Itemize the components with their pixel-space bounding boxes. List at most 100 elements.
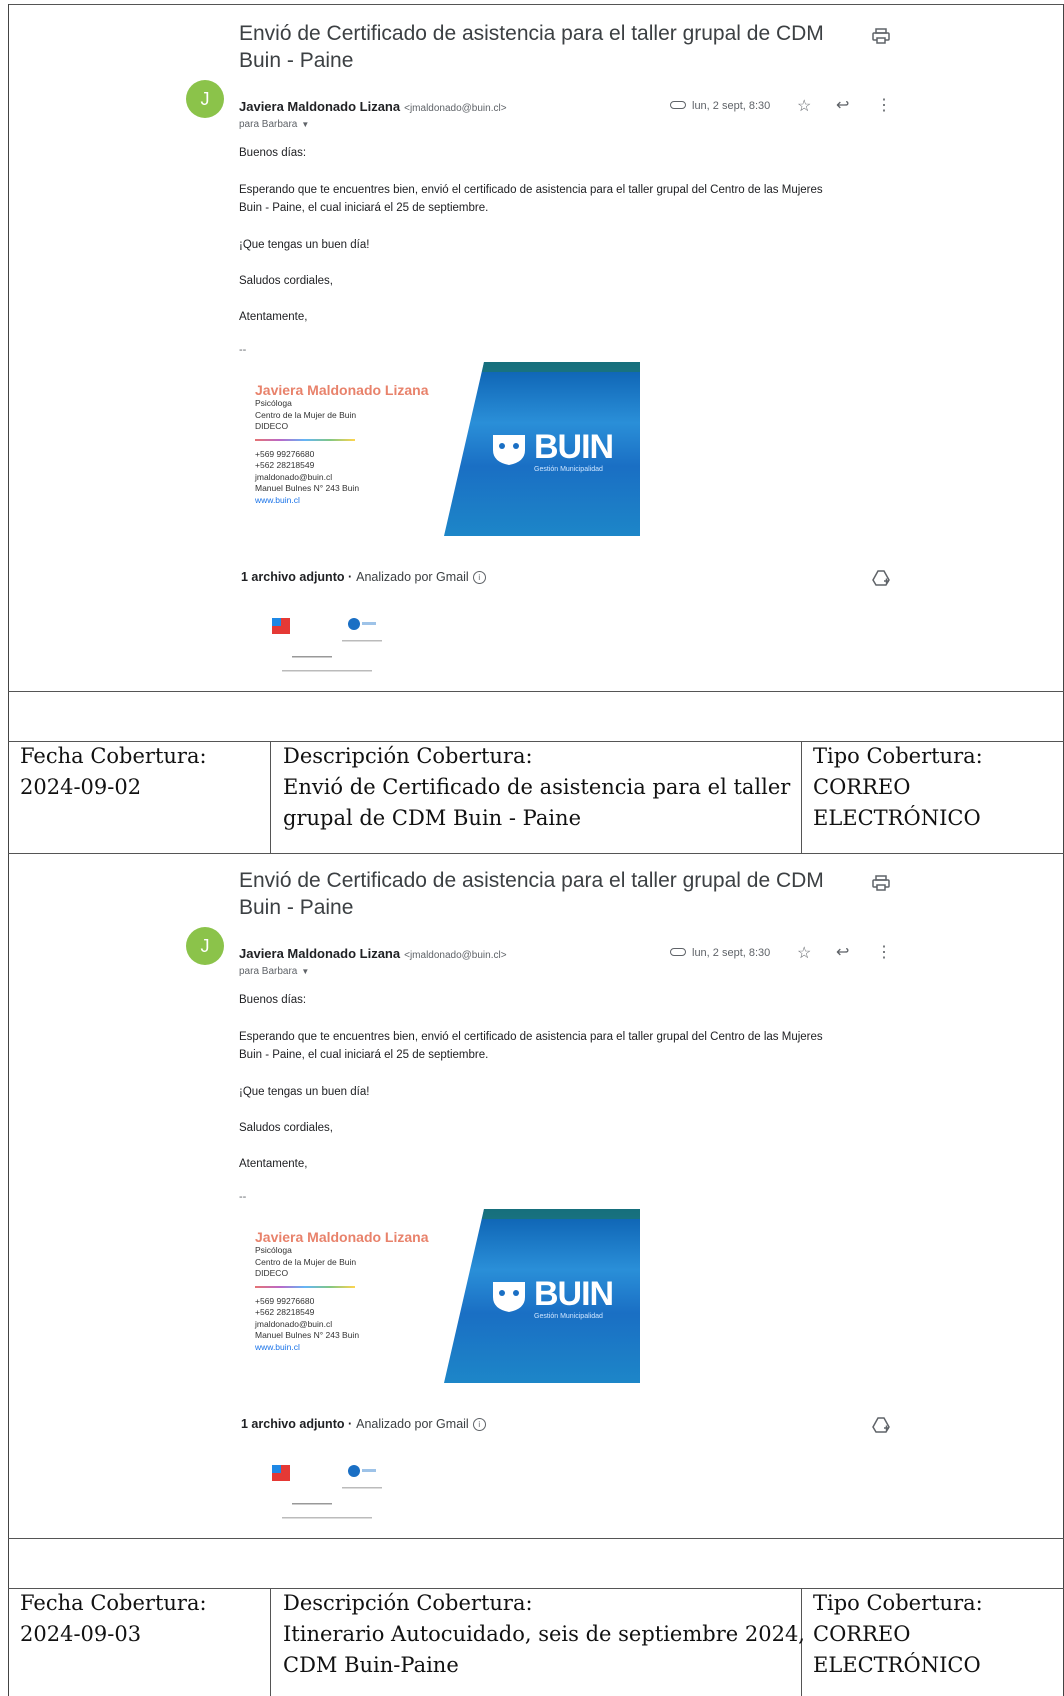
print-icon[interactable]: [872, 28, 890, 44]
label-icon: [670, 101, 686, 109]
more-options-icon[interactable]: ⋮: [876, 98, 892, 114]
column-divider: [270, 741, 271, 853]
recipient-dropdown[interactable]: para Barbara ▼: [239, 966, 309, 977]
attachments-count: 1 archivo adjunto: [241, 1417, 345, 1431]
attachments-count: 1 archivo adjunto: [241, 570, 345, 584]
signature-dept: DIDECO: [255, 1268, 289, 1278]
sender-name: Javiera Maldonado Lizana: [239, 99, 401, 114]
sender: Javiera Maldonado Lizana <jmaldonado@buin…: [239, 946, 507, 961]
tipo-line2: ELECTRÓNICO: [813, 806, 981, 830]
info-icon[interactable]: i: [472, 1418, 486, 1432]
scanned-label: Analizado por Gmail: [356, 570, 469, 584]
tipo-line2: ELECTRÓNICO: [813, 1653, 981, 1677]
avatar: J: [186, 80, 224, 118]
email-wish: ¡Que tengas un buen día!: [239, 239, 370, 251]
signature-email[interactable]: jmaldonado@buin.cl: [255, 472, 429, 484]
recipient-dropdown[interactable]: para Barbara ▼: [239, 119, 309, 130]
email-greeting: Buenos días:: [239, 147, 307, 159]
signature-address: Manuel Bulnes N° 243 Buin: [255, 1330, 360, 1340]
email-closing: Atentamente,: [239, 1158, 308, 1170]
descripcion-line1: Itinerario Autocuidado, seis de septiemb…: [283, 1622, 805, 1646]
more-options-icon[interactable]: ⋮: [876, 945, 892, 961]
email-regards: Saludos cordiales,: [239, 1122, 333, 1134]
email-signature: Javiera Maldonado Lizana Psicóloga Centr…: [255, 1229, 429, 1353]
email-subject: Envió de Certificado de asistencia para …: [239, 869, 824, 919]
email-date: lun, 2 sept, 8:30: [692, 947, 771, 959]
column-divider: [801, 741, 802, 853]
email-wish: ¡Que tengas un buen día!: [239, 1086, 370, 1098]
banner-subtitle: Gestión Municipalidad: [534, 1313, 603, 1320]
reply-icon[interactable]: ↩: [836, 98, 852, 114]
signature-phone2: +562 28218549: [255, 1307, 315, 1317]
sender-name: Javiera Maldonado Lizana: [239, 946, 401, 961]
scanned-label: Analizado por Gmail: [356, 1417, 469, 1431]
signature-org: Centro de la Mujer de Buin: [255, 409, 357, 420]
signature-title: Psicóloga: [255, 398, 292, 408]
buin-banner-image: BUIN Gestión Municipalidad: [444, 362, 640, 536]
attachments-header: 1 archivo adjunto · Analizado por Gmail i: [241, 570, 486, 585]
sender-email: <jmaldonado@buin.cl>: [404, 950, 507, 961]
signature-title: Psicóloga: [255, 1245, 292, 1255]
fecha-label: Fecha Cobertura:: [20, 744, 207, 768]
info-icon[interactable]: i: [472, 571, 486, 585]
signature-separator: --: [239, 344, 247, 356]
tipo-line1: CORREO: [813, 775, 911, 799]
signature-phone2: +562 28218549: [255, 460, 315, 470]
signature-name: Javiera Maldonado Lizana: [255, 382, 429, 398]
email-body-line1: Esperando que te encuentres bien, envió …: [239, 1031, 823, 1043]
signature-divider: [255, 1285, 355, 1288]
print-icon[interactable]: [872, 875, 890, 891]
sender-email: <jmaldonado@buin.cl>: [404, 103, 507, 114]
descripcion-line2: CDM Buin-Paine: [283, 1653, 459, 1677]
tipo-label: Tipo Cobertura:: [813, 1591, 983, 1615]
banner-brand: BUIN: [534, 1275, 614, 1313]
signature-divider: [255, 438, 355, 441]
email-screenshot-2: Envió de Certificado de asistencia para …: [0, 847, 1064, 1537]
signature-org: Centro de la Mujer de Buin: [255, 1256, 357, 1267]
signature-email[interactable]: jmaldonado@buin.cl: [255, 1319, 429, 1331]
signature-phone1: +569 99276680: [255, 448, 315, 459]
signature-web-link[interactable]: www.buin.cl: [255, 1342, 429, 1354]
email-greeting: Buenos días:: [239, 994, 307, 1006]
signature-address: Manuel Bulnes N° 243 Buin: [255, 483, 360, 493]
avatar: J: [186, 927, 224, 965]
shield-icon: [493, 435, 525, 465]
attachment-thumbnail[interactable]: [262, 612, 402, 692]
label-icon: [670, 948, 686, 956]
banner-subtitle: Gestión Municipalidad: [534, 466, 603, 473]
add-to-drive-icon[interactable]: [872, 570, 890, 586]
fecha-value: 2024-09-03: [20, 1622, 142, 1646]
email-regards: Saludos cordiales,: [239, 275, 333, 287]
email-body-line2: Buin - Paine, el cual iniciará el 25 de …: [239, 202, 489, 214]
email-date: lun, 2 sept, 8:30: [692, 100, 771, 112]
sender: Javiera Maldonado Lizana <jmaldonado@buin…: [239, 99, 507, 114]
reply-icon[interactable]: ↩: [836, 945, 852, 961]
caret-down-icon: ▼: [301, 967, 310, 976]
email-signature: Javiera Maldonado Lizana Psicóloga Centr…: [255, 382, 429, 506]
descripcion-label: Descripción Cobertura:: [283, 1591, 533, 1615]
descripcion-line1: Envió de Certificado de asistencia para …: [283, 775, 791, 799]
fecha-value: 2024-09-02: [20, 775, 142, 799]
add-to-drive-icon[interactable]: [872, 1417, 890, 1433]
email-screenshot-1: Envió de Certificado de asistencia para …: [0, 0, 1064, 690]
signature-name: Javiera Maldonado Lizana: [255, 1229, 429, 1245]
row-divider: [8, 691, 1064, 692]
star-icon[interactable]: ☆: [797, 946, 813, 962]
buin-banner-image: BUIN Gestión Municipalidad: [444, 1209, 640, 1383]
descripcion-line2: grupal de CDM Buin - Paine: [283, 806, 582, 830]
email-subject: Envió de Certificado de asistencia para …: [239, 22, 824, 72]
caret-down-icon: ▼: [301, 120, 310, 129]
email-body-line2: Buin - Paine, el cual iniciará el 25 de …: [239, 1049, 489, 1061]
attachments-header: 1 archivo adjunto · Analizado por Gmail i: [241, 1417, 486, 1432]
signature-web-link[interactable]: www.buin.cl: [255, 495, 429, 507]
banner-brand: BUIN: [534, 428, 614, 466]
email-closing: Atentamente,: [239, 311, 308, 323]
row-divider: [8, 1538, 1064, 1539]
shield-icon: [493, 1282, 525, 1312]
column-divider: [270, 1588, 271, 1696]
attachment-thumbnail[interactable]: [262, 1459, 402, 1539]
tipo-label: Tipo Cobertura:: [813, 744, 983, 768]
signature-separator: --: [239, 1191, 247, 1203]
fecha-label: Fecha Cobertura:: [20, 1591, 207, 1615]
star-icon[interactable]: ☆: [797, 99, 813, 115]
